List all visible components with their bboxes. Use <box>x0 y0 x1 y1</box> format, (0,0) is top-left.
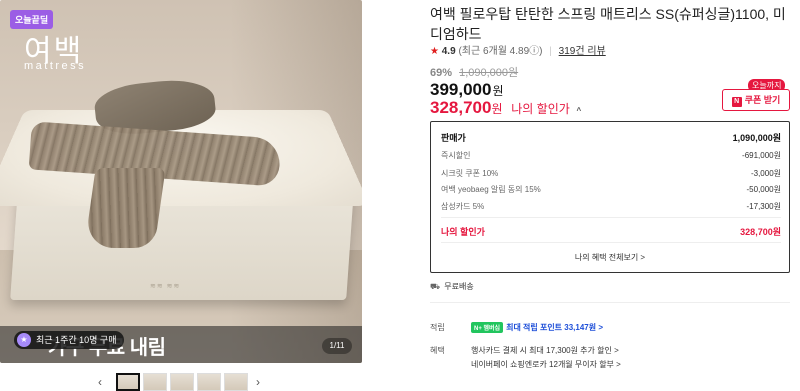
truck-icon: ⛟ <box>430 282 441 291</box>
breakdown-my-price-value: 328,700원 <box>740 227 781 237</box>
product-main-image[interactable]: ≋≋ ≋≋ 오늘끝딜 여백 mattress 가구 무료 내림 ★ 최근 1주간… <box>0 0 362 363</box>
thumbnail[interactable] <box>170 373 194 391</box>
breakdown-label: 여백 yeobaeg 알림 동의 15% <box>441 185 541 194</box>
rating-score: 4.9 <box>441 46 456 57</box>
image-throw-blanket-hang <box>84 168 166 248</box>
image-mattress-label: ≋≋ ≋≋ <box>150 283 181 290</box>
purchase-icon: ★ <box>17 333 31 347</box>
product-title: 여백 필로우탑 탄탄한 스프링 매트리스 SS(슈퍼싱글)1100, 미디엄하드 <box>430 6 786 42</box>
image-mattress-side <box>10 190 354 300</box>
naver-membership-icon: N+ 멤버십 <box>471 322 504 333</box>
points-link[interactable]: N+ 멤버십 최대 적립 포인트 33,147원 > <box>471 322 603 333</box>
discount-percent: 69% <box>430 67 453 79</box>
thumbnail[interactable] <box>116 373 140 391</box>
original-price: 1,090,000원 <box>459 67 519 79</box>
product-gallery: ≋≋ ≋≋ 오늘끝딜 여백 mattress 가구 무료 내림 ★ 최근 1주간… <box>0 0 362 391</box>
breakdown-my-price-label: 나의 할인가 <box>441 227 485 237</box>
rating-summary: ★ 4.9 (최근 6개월 4.89ⓘ) | 319건 리뷰 <box>430 42 606 57</box>
breakdown-value: -3,000원 <box>750 169 781 178</box>
thumbnail[interactable] <box>143 373 167 391</box>
sale-price-unit: 원 <box>492 84 504 98</box>
star-icon: ★ <box>430 46 439 57</box>
breakdown-label: 시크릿 쿠폰 10% <box>441 169 499 178</box>
breakdown-value: -691,000원 <box>742 151 781 160</box>
toast-text: 최근 1주간 10명 구매 <box>36 335 117 345</box>
chevron-up-icon: ^ <box>576 106 582 115</box>
my-discount-price[interactable]: 328,700원 나의 할인가 ^ <box>430 98 581 118</box>
points-label: 적립 <box>430 323 445 332</box>
my-price-label: 나의 할인가 <box>511 102 570 116</box>
sale-price: 399,000원 <box>430 80 504 100</box>
thumb-prev-icon[interactable]: ‹ <box>98 375 102 389</box>
divider <box>441 217 781 218</box>
breakdown-row: 시크릿 쿠폰 10% -3,000원 <box>441 168 781 179</box>
sale-price-value: 399,000 <box>430 80 492 99</box>
brand-logo-en: mattress <box>24 60 87 72</box>
rating-recent: (최근 6개월 4.89ⓘ) <box>458 46 543 57</box>
coupon-button-label: 쿠폰 받기 <box>744 95 781 105</box>
naver-icon: N <box>731 97 742 107</box>
breakdown-label: 판매가 <box>441 133 466 143</box>
my-price-value: 328,700 <box>430 98 492 117</box>
discount-line: 69% 1,090,000원 <box>430 64 518 80</box>
breakdown-row: 즉시할인 -691,000원 <box>441 150 781 161</box>
divider <box>430 302 790 303</box>
thumbnail[interactable] <box>224 373 248 391</box>
my-price-unit: 원 <box>491 102 503 116</box>
recent-purchase-toast: ★ 최근 1주간 10명 구매 <box>14 331 125 349</box>
shipping-label: 무료배송 <box>444 282 474 291</box>
breakdown-row: 삼성카드 5% -17,300원 <box>441 201 781 212</box>
benefit-card-discount-link[interactable]: 행사카드 결제 시 최대 17,300원 추가 할인 > <box>471 345 619 356</box>
benefit-installment-link[interactable]: 네이버페이 쇼핑엔로카 12개월 무이자 할부 > <box>471 359 621 370</box>
thumbnail[interactable] <box>197 373 221 391</box>
points-text: 최대 적립 포인트 33,147원 > <box>506 323 603 332</box>
divider <box>441 242 781 243</box>
breakdown-label: 즉시할인 <box>441 151 471 160</box>
breakdown-value: -50,000원 <box>746 185 782 194</box>
breakdown-my-price-row: 나의 할인가 328,700원 <box>441 225 781 238</box>
breakdown-row: 판매가 1,090,000원 <box>441 131 781 144</box>
thumb-next-icon[interactable]: › <box>256 375 260 389</box>
breakdown-value: -17,300원 <box>746 202 782 211</box>
breakdown-row: 여백 yeobaeg 알림 동의 15% -50,000원 <box>441 184 781 195</box>
thumbnail-strip: ‹ › <box>98 373 268 391</box>
get-coupon-button[interactable]: N 쿠폰 받기 <box>722 89 790 111</box>
benefits-label: 혜택 <box>430 346 445 355</box>
view-all-benefits-link[interactable]: 나의 혜택 전체보기 > <box>431 252 789 263</box>
breakdown-value: 1,090,000원 <box>732 133 781 143</box>
image-counter: 1/11 <box>322 338 352 354</box>
shipping-info: ⛟ 무료배송 <box>430 281 474 292</box>
breakdown-label: 삼성카드 5% <box>441 202 485 211</box>
divider: | <box>549 46 552 57</box>
review-count-link[interactable]: 319건 리뷰 <box>559 46 606 57</box>
price-breakdown-panel: 판매가 1,090,000원 즉시할인 -691,000원 시크릿 쿠폰 10%… <box>430 121 790 273</box>
